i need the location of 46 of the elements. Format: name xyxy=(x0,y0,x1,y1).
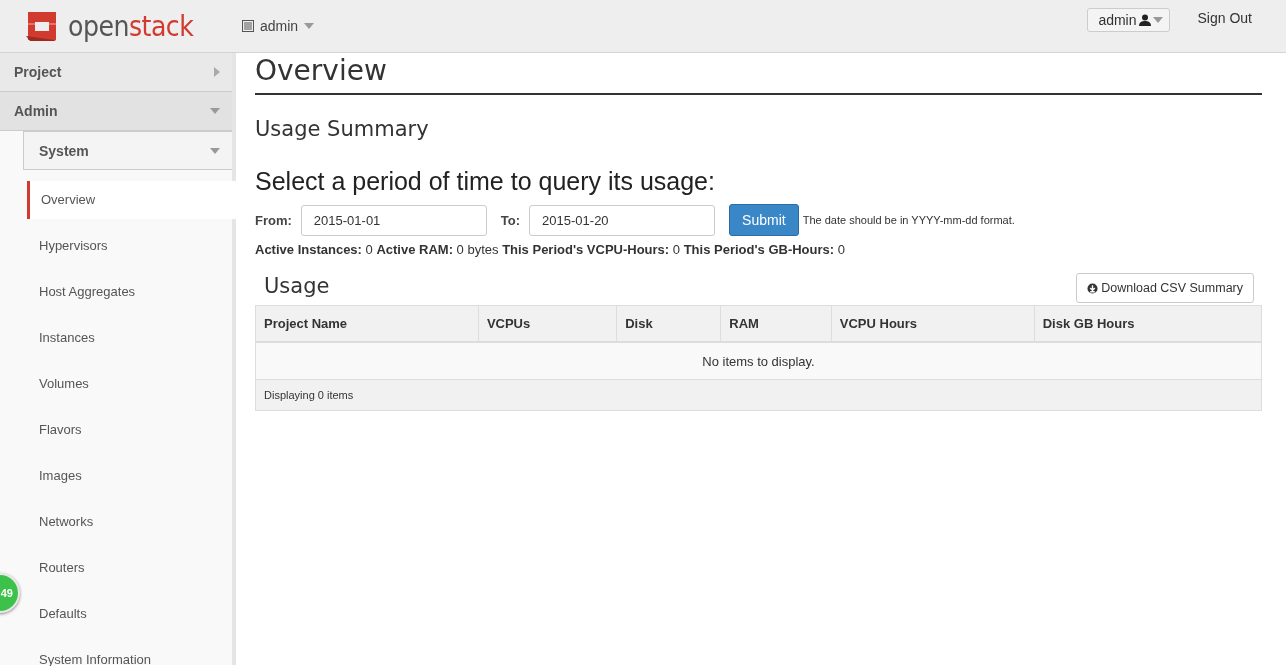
nav-item[interactable]: Hypervisors xyxy=(27,227,232,265)
caret-down-icon xyxy=(1152,17,1163,23)
column-header: Project Name xyxy=(255,305,479,342)
nav-item[interactable]: Routers xyxy=(27,549,232,587)
download-icon xyxy=(1087,282,1099,294)
nav-item[interactable]: Flavors xyxy=(27,411,232,449)
to-date-field[interactable]: 2015-01-20 xyxy=(529,204,716,236)
date-format-hint: The date should be in YYYY-mm-dd format. xyxy=(802,214,1015,226)
caret-down-icon xyxy=(210,147,220,154)
empty-message: No items to display. xyxy=(255,342,1262,380)
nav-item[interactable]: Images xyxy=(27,457,232,495)
dashboard-item[interactable]: Project xyxy=(0,53,232,92)
field-label: From: xyxy=(255,212,292,228)
query-heading: Select a period of time to query its usage: xyxy=(255,167,716,196)
nav-item[interactable]: Instances xyxy=(27,319,232,357)
list-icon xyxy=(242,20,254,32)
column-header: VCPU Hours xyxy=(831,305,1035,342)
table-footer: Displaying 0 items xyxy=(255,379,1262,411)
user-icon xyxy=(1138,14,1151,26)
panel-group[interactable]: System xyxy=(23,131,232,170)
submit-button[interactable]: Submit xyxy=(729,204,799,236)
nav-item[interactable]: Host Aggregates xyxy=(27,273,232,311)
column-header: Disk xyxy=(616,305,721,342)
logo-text: openstack xyxy=(68,9,194,43)
column-header: Disk GB Hours xyxy=(1034,305,1262,342)
from-date-field[interactable]: 2015-01-01 xyxy=(300,204,487,236)
caret-down-icon xyxy=(304,23,315,29)
sign-out-link[interactable]: Sign Out xyxy=(1197,10,1252,26)
user-menu[interactable]: admin xyxy=(1087,8,1170,32)
field-label: To: xyxy=(500,212,521,228)
nav-item[interactable]: Networks xyxy=(27,503,232,541)
dashboard-item[interactable]: Admin xyxy=(0,92,232,131)
nav-item[interactable]: Volumes xyxy=(27,365,232,403)
nav-item[interactable]: Defaults xyxy=(27,595,232,633)
usage-stats: Active Instances: 0 Active RAM: 0 bytes This Period's VCPU-Hours: 0 This Period's GB-Hours: 0 xyxy=(255,242,846,257)
caret-right-icon xyxy=(214,67,220,77)
section-title: Usage Summary xyxy=(255,117,430,141)
usage-title: Usage xyxy=(264,274,330,298)
nav-item[interactable]: System Information xyxy=(27,641,232,666)
page-title: Overview xyxy=(255,53,1262,95)
caret-down-icon xyxy=(210,108,220,114)
project-menu[interactable]: admin xyxy=(242,18,315,34)
column-header: VCPUs xyxy=(478,305,617,342)
column-header: RAM xyxy=(720,305,832,342)
download-csv-button[interactable]: Download CSV Summary xyxy=(1076,273,1254,303)
nav-item[interactable]: Overview xyxy=(27,181,236,219)
